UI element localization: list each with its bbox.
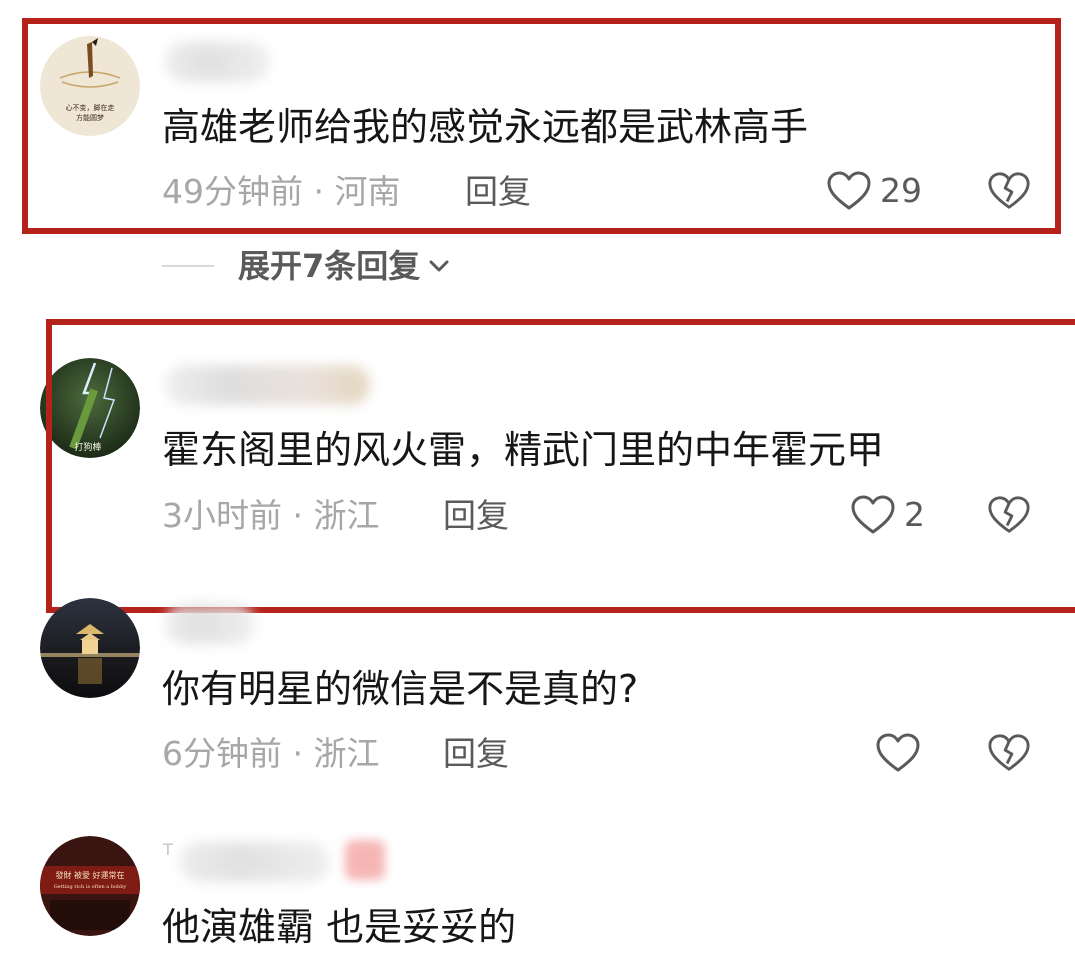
expand-replies-button[interactable]: 展开7条回复 xyxy=(162,246,452,286)
avatar[interactable]: 發財 被愛 好運常在 Getting rich is often a hobby xyxy=(40,836,140,936)
chevron-down-icon xyxy=(429,260,449,272)
dislike-button[interactable] xyxy=(987,494,1031,540)
comment-location: 浙江 xyxy=(313,496,380,535)
expand-replies-label: 展开7条回复 xyxy=(238,247,421,285)
username-initial[interactable]: T xyxy=(163,840,173,859)
meta-separator: · xyxy=(282,734,314,773)
avatar[interactable]: 打狗棒 xyxy=(40,358,140,458)
avatar-image xyxy=(40,598,140,698)
avatar-text-line2: Getting rich is often a hobby xyxy=(54,884,127,890)
avatar-text-line2: 方能圆梦 xyxy=(76,113,104,122)
like-count: 29 xyxy=(880,171,922,210)
avatar-image: 心不变，脚在走 方能圆梦 xyxy=(40,36,140,136)
avatar[interactable] xyxy=(40,598,140,698)
dislike-button[interactable] xyxy=(987,170,1031,216)
like-button[interactable] xyxy=(875,732,921,774)
like-button[interactable]: 2 xyxy=(850,494,925,536)
username-blurred[interactable] xyxy=(180,842,330,882)
reply-button[interactable]: 回复 xyxy=(443,734,509,774)
reply-button[interactable]: 回复 xyxy=(465,172,531,212)
comment-location: 河南 xyxy=(334,172,401,211)
divider-line xyxy=(162,265,214,267)
avatar-text: 打狗棒 xyxy=(74,441,101,453)
user-badge xyxy=(345,840,385,880)
username-blurred[interactable] xyxy=(165,365,370,405)
meta-separator: · xyxy=(282,496,314,535)
comment-meta: 6分钟前 · 浙江 xyxy=(162,734,379,774)
broken-heart-icon xyxy=(988,734,1030,771)
comment-text: 霍东阁里的风火雷，精武门里的中年霍元甲 xyxy=(162,428,885,472)
comment-time: 6分钟前 xyxy=(162,734,282,773)
dislike-button[interactable] xyxy=(987,732,1031,778)
comment-time: 49分钟前 xyxy=(162,172,303,211)
heart-outline-icon xyxy=(876,733,920,772)
username-blurred[interactable] xyxy=(165,42,270,82)
comment-text: 高雄老师给我的感觉永远都是武林高手 xyxy=(162,105,809,149)
comment-time: 3小时前 xyxy=(162,496,282,535)
comment-meta: 49分钟前 · 河南 xyxy=(162,172,400,212)
username-blurred[interactable] xyxy=(165,604,255,644)
comment-meta: 3小时前 · 浙江 xyxy=(162,496,379,536)
broken-heart-icon xyxy=(988,172,1030,209)
reply-button[interactable]: 回复 xyxy=(443,496,509,536)
avatar-text-line1: 心不变，脚在走 xyxy=(66,103,115,112)
avatar-image: 打狗棒 xyxy=(40,358,140,458)
like-button[interactable]: 29 xyxy=(826,170,922,212)
meta-separator: · xyxy=(303,172,335,211)
comment-text: 他演雄霸 也是妥妥的 xyxy=(162,905,517,949)
avatar-text-line1: 發財 被愛 好運常在 xyxy=(55,870,124,880)
avatar-image: 發財 被愛 好運常在 Getting rich is often a hobby xyxy=(40,836,140,936)
comment-text: 你有明星的微信是不是真的? xyxy=(162,667,639,711)
broken-heart-icon xyxy=(988,496,1030,533)
heart-outline-icon xyxy=(827,171,871,210)
comment-location: 浙江 xyxy=(313,734,380,773)
avatar[interactable]: 心不变，脚在走 方能圆梦 xyxy=(40,36,140,136)
like-count: 2 xyxy=(904,495,925,534)
heart-outline-icon xyxy=(851,495,895,534)
